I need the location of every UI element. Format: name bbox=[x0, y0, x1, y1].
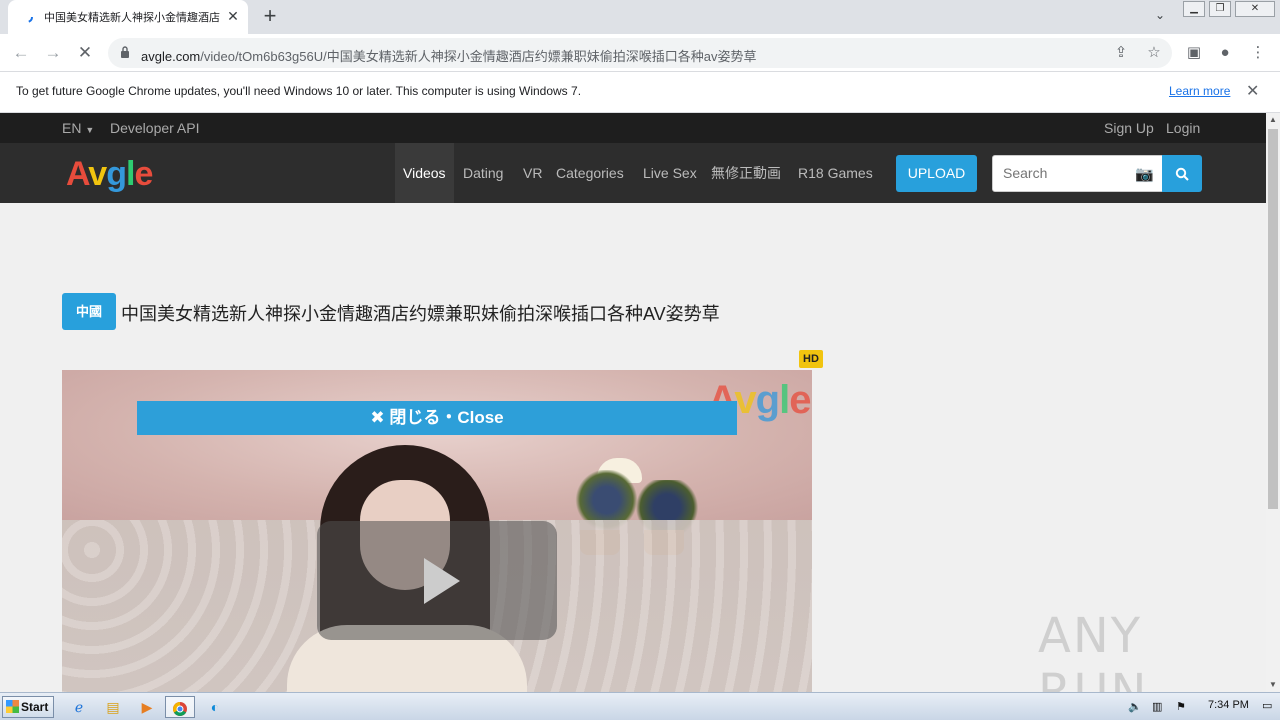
logo-letter: e bbox=[134, 155, 153, 193]
infobar-close-icon[interactable]: ✕ bbox=[1246, 81, 1259, 101]
back-arrow-icon[interactable]: ← bbox=[10, 42, 32, 64]
site-navbar: Avgle Videos Dating VR Categories Live S… bbox=[0, 143, 1266, 203]
forward-arrow-icon[interactable]: → bbox=[42, 42, 64, 64]
logo-letter: A bbox=[66, 155, 89, 193]
update-infobar: To get future Google Chrome updates, you… bbox=[0, 72, 1280, 113]
start-button[interactable]: Start bbox=[2, 696, 54, 718]
stop-loading-icon[interactable]: ✕ bbox=[74, 42, 96, 64]
hd-badge: HD bbox=[799, 350, 823, 368]
lock-icon bbox=[121, 46, 129, 58]
logo-letter: l bbox=[779, 378, 790, 422]
logo-letter: g bbox=[755, 378, 780, 422]
tab-search-chevron-icon[interactable]: ⌄ bbox=[1150, 8, 1170, 26]
nav-categories[interactable]: Categories bbox=[556, 143, 624, 203]
restore-button[interactable]: ❐ bbox=[1209, 1, 1231, 17]
video-player[interactable]: Avgle ✖ 閉じる・Close bbox=[62, 370, 812, 692]
nav-live-sex[interactable]: Live Sex bbox=[643, 143, 697, 203]
profile-avatar-icon[interactable]: ● bbox=[1215, 43, 1235, 63]
scroll-down-icon[interactable]: ▼ bbox=[1266, 678, 1280, 692]
caret-down-icon: ▼ bbox=[85, 125, 95, 135]
login-link[interactable]: Login bbox=[1166, 120, 1200, 136]
volume-icon[interactable]: 🔈 bbox=[1128, 700, 1142, 713]
page-scrollbar[interactable]: ▲ ▼ bbox=[1266, 113, 1280, 692]
upload-button[interactable]: UPLOAD bbox=[896, 155, 977, 192]
url-text: avgle.com/video/tOm6b63g56U/中国美女精选新人神探小金… bbox=[141, 46, 756, 65]
language-selector[interactable]: EN ▼ bbox=[62, 120, 94, 136]
internet-explorer-icon[interactable]: ℯ bbox=[64, 696, 94, 718]
chrome-logo bbox=[173, 702, 187, 717]
network-icon[interactable]: ▥ bbox=[1152, 700, 1162, 713]
edge-icon[interactable]: ◐ bbox=[200, 696, 230, 718]
tab-title: 中国美女精选新人神探小金情趣酒店约嫖兼职妹偷拍深喉插口各种AV姿势草 bbox=[44, 12, 220, 24]
window-close-button[interactable]: ✕ bbox=[1235, 1, 1275, 17]
scroll-up-icon[interactable]: ▲ bbox=[1266, 113, 1280, 127]
infobar-message: To get future Google Chrome updates, you… bbox=[16, 84, 582, 98]
nav-r18-games[interactable]: R18 Games bbox=[798, 143, 873, 203]
category-badge[interactable]: 中國 bbox=[62, 293, 116, 330]
camera-icon[interactable]: 📷 bbox=[1135, 165, 1154, 183]
chrome-icon[interactable] bbox=[165, 696, 195, 718]
start-label: Start bbox=[21, 700, 49, 714]
tab-strip: 中国美女精选新人神探小金情趣酒店约嫖兼职妹偷拍深喉插口各种AV姿势草 ✕ + ⌄… bbox=[0, 0, 1280, 34]
new-tab-button[interactable]: + bbox=[258, 5, 282, 29]
browser-tab[interactable]: 中国美女精选新人神探小金情趣酒店约嫖兼职妹偷拍深喉插口各种AV姿势草 ✕ bbox=[8, 0, 248, 34]
side-panel-icon[interactable]: ▣ bbox=[1184, 43, 1204, 63]
anyrun-watermark: ANY RUN bbox=[1038, 608, 1149, 692]
loading-spinner-icon bbox=[21, 11, 33, 23]
system-tray: 🔈 ▥ ⚑ ▭ bbox=[1120, 696, 1280, 718]
show-desktop-icon[interactable]: ▭ bbox=[1262, 699, 1272, 712]
learn-more-link[interactable]: Learn more bbox=[1169, 84, 1230, 98]
clock[interactable]: 7:34 PM bbox=[1208, 699, 1249, 711]
url-path: /video/tOm6b63g56U/中国美女精选新人神探小金情趣酒店约嫖兼职妹… bbox=[200, 49, 757, 64]
search-button[interactable] bbox=[1162, 155, 1202, 192]
share-icon[interactable]: ⇪ bbox=[1111, 43, 1131, 63]
language-label: EN bbox=[62, 120, 82, 136]
windows-flag-icon bbox=[6, 700, 19, 713]
site-logo[interactable]: Avgle bbox=[66, 155, 153, 194]
logo-letter: v bbox=[88, 155, 107, 193]
search-icon bbox=[1175, 167, 1189, 181]
page-content: EN ▼ Developer API Sign Up Login Avgle V… bbox=[0, 113, 1266, 692]
site-topbar: EN ▼ Developer API Sign Up Login bbox=[0, 113, 1266, 143]
action-center-flag-icon[interactable]: ⚑ bbox=[1176, 700, 1186, 713]
minimize-button[interactable]: ▁ bbox=[1183, 1, 1205, 17]
nav-uncensored[interactable]: 無修正動画 bbox=[711, 143, 781, 203]
media-player-icon[interactable]: ▶ bbox=[132, 696, 162, 718]
browser-toolbar: ← → ✕ avgle.com/video/tOm6b63g56U/中国美女精选… bbox=[0, 34, 1280, 72]
logo-letter: e bbox=[789, 378, 811, 422]
scrollbar-thumb[interactable] bbox=[1268, 129, 1278, 509]
bookmark-star-icon[interactable]: ☆ bbox=[1144, 43, 1164, 63]
logo-letter: g bbox=[106, 155, 127, 193]
windows-taskbar: Start ℯ ▤ ▶ ◐ 🔈 ▥ ⚑ ▭ 7:34 PM bbox=[0, 692, 1280, 720]
close-ad-button[interactable]: ✖ 閉じる・Close bbox=[137, 401, 737, 435]
nav-videos[interactable]: Videos bbox=[395, 143, 454, 203]
developer-api-link[interactable]: Developer API bbox=[110, 120, 200, 136]
file-explorer-icon[interactable]: ▤ bbox=[98, 696, 128, 718]
search-box: 📷 bbox=[992, 155, 1163, 192]
video-title: 中国美女精选新人神探小金情趣酒店约嫖兼职妹偷拍深喉插口各种AV姿势草 bbox=[121, 304, 720, 324]
menu-kebab-icon[interactable]: ⋮ bbox=[1248, 43, 1268, 63]
play-icon bbox=[424, 558, 460, 604]
nav-vr[interactable]: VR bbox=[523, 143, 542, 203]
url-host: avgle.com bbox=[141, 49, 201, 64]
search-input[interactable] bbox=[1003, 165, 1128, 181]
nav-dating[interactable]: Dating bbox=[463, 143, 503, 203]
address-bar[interactable]: avgle.com/video/tOm6b63g56U/中国美女精选新人神探小金… bbox=[108, 38, 1172, 68]
tab-close-icon[interactable]: ✕ bbox=[224, 7, 242, 25]
play-button[interactable] bbox=[317, 521, 557, 640]
sign-up-link[interactable]: Sign Up bbox=[1104, 120, 1154, 136]
logo-letter: v bbox=[734, 378, 756, 422]
